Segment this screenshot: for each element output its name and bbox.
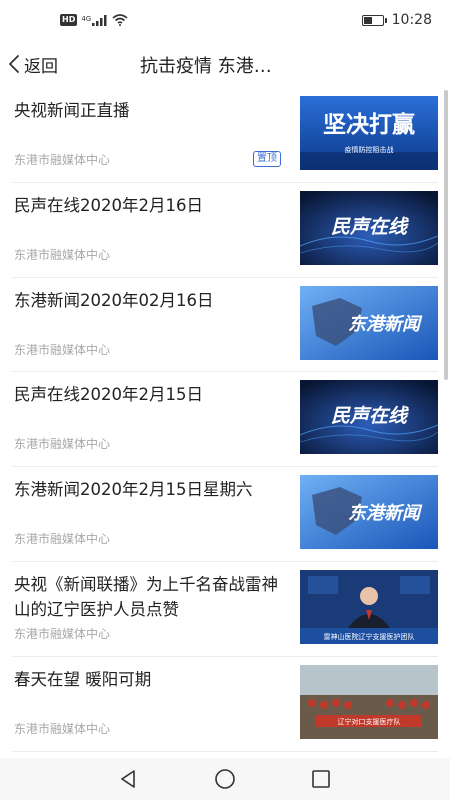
recents-square-icon [312,770,330,788]
signal-icon [92,14,107,26]
news-thumbnail: 民声在线 [300,380,438,455]
thumb-text: 东港新闻 [348,314,423,335]
thumb-caption: 雷神山医院辽宁支援医护团队 [324,632,415,641]
page-title: 抗击疫情 东港… [140,56,272,77]
header: 返回 抗击疫情 东港… [0,44,450,84]
thumb-caption: 辽宁对口支援医疗队 [338,717,401,726]
news-source: 东港市融媒体中心 [14,437,111,452]
news-thumbnail: 坚决打赢 疫情防控阻击战 [300,96,438,170]
news-source: 东港市融媒体中心 [14,532,111,547]
news-title: 东港新闻2020年02月16日 [14,290,214,310]
news-source: 东港市融媒体中心 [14,626,111,641]
back-triangle-icon [121,770,135,788]
list-item[interactable]: 央视新闻正直播 东港市融媒体中心 置顶 坚决打赢 疫情防控阻击战 [0,88,450,183]
news-title: 民声在线2020年2月16日 [14,195,203,215]
news-source: 东港市融媒体中心 [14,153,111,167]
news-source: 东港市融媒体中心 [14,247,111,262]
back-button[interactable]: 返回 [8,50,58,78]
news-thumbnail: 雷神山医院辽宁支援医护团队 [300,569,438,644]
news-title: 央视新闻正直播 [14,101,130,120]
news-title: 东港新闻2020年2月15日星期六 [14,480,253,500]
thumb-text: 坚决打赢 [323,111,415,138]
wifi-icon [112,14,128,26]
news-title: 春天在望 暖阳可期 [14,669,152,689]
news-thumbnail: 东港新闻 [300,475,438,550]
list-item[interactable]: 民声在线2020年2月15日 东港市融媒体中心 民声在线 [0,372,450,467]
list-item[interactable]: 春天在望 暖阳可期 东港市融媒体中心 辽宁对口支援医疗队 [0,657,450,752]
home-circle-icon [215,769,235,789]
status-icons-right: 10:28 [361,12,432,28]
news-list: 央视新闻正直播 东港市融媒体中心 置顶 坚决打赢 疫情防控阻击战 民声在线202… [0,88,450,752]
news-source: 东港市融媒体中心 [14,342,111,357]
list-item[interactable]: 央视《新闻联播》为上千名奋战雷神山的辽宁医护人员点赞 东港市融媒体中心 雷神山医… [0,562,450,657]
list-item[interactable]: 东港新闻2020年2月15日星期六 东港市融媒体中心 东港新闻 [0,467,450,562]
thumb-text: 民声在线 [331,216,409,238]
system-nav-bar [0,758,450,800]
battery-icon [361,14,387,26]
nav-back-button[interactable] [116,766,142,792]
news-title: 央视《新闻联播》为上千名奋战雷神山的辽宁医护人员点赞 [14,574,278,619]
hd-badge: HD [60,14,78,26]
news-source: 东港市融媒体中心 [14,721,111,736]
network-indicator: 4G [81,14,108,26]
pinned-badge: 置顶 [253,151,281,167]
thumb-text: 民声在线 [331,405,409,427]
chevron-left-icon [9,55,19,73]
news-thumbnail: 东港新闻 [300,285,438,360]
battery-level [363,16,373,24]
news-title: 民声在线2020年2月15日 [14,385,203,405]
thumb-subtext: 疫情防控阻击战 [345,145,394,154]
nav-recents-button[interactable] [308,766,334,792]
list-item[interactable]: 东港新闻2020年02月16日 东港市融媒体中心 东港新闻 [0,278,450,373]
status-icons-left: HD 4G [60,14,128,26]
list-item[interactable]: 民声在线2020年2月16日 东港市融媒体中心 民声在线 [0,183,450,278]
news-thumbnail: 辽宁对口支援医疗队 [300,664,438,739]
back-label: 返回 [24,56,58,77]
thumb-text: 东港新闻 [348,503,423,524]
clock: 10:28 [391,12,432,28]
status-bar: HD 4G 10:28 [0,0,450,44]
nav-home-button[interactable] [212,766,238,792]
scrollbar[interactable] [444,90,448,380]
network-type-label: 4G [81,14,92,23]
news-thumbnail: 民声在线 [300,190,438,265]
